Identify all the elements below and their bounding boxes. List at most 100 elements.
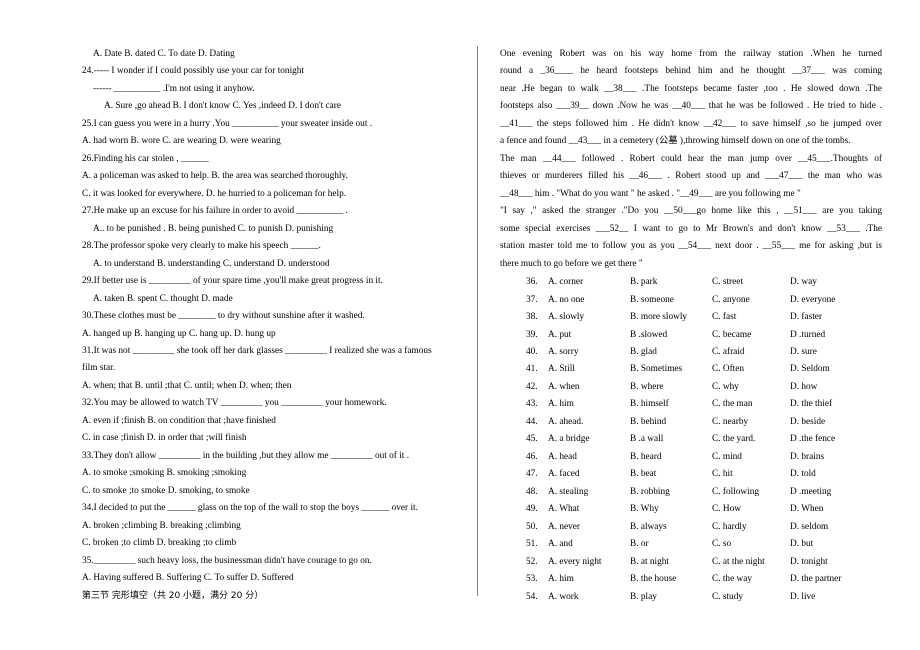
cloze-option-c[interactable]: C. so [712, 536, 790, 553]
cloze-option-d[interactable]: D. faster [790, 309, 870, 326]
question-line: A. to understand B. understanding C. und… [93, 258, 330, 269]
passage-line: some special exercises ___52__ I want to… [500, 223, 882, 234]
cloze-option-c[interactable]: C. afraid [712, 344, 790, 361]
cloze-option-b[interactable]: B. beat [630, 466, 712, 483]
cloze-option-row: 43. A. him B. himself C. the man D. the thie… [526, 396, 882, 413]
cloze-option-a[interactable]: A. faced [548, 466, 630, 483]
cloze-option-c[interactable]: C. study [712, 589, 790, 606]
cloze-option-b[interactable]: B. Sometimes [630, 361, 712, 378]
cloze-option-a[interactable]: A. Still [548, 361, 630, 378]
cloze-option-d[interactable]: D. the thief [790, 396, 870, 413]
cloze-option-d[interactable]: D. way [790, 274, 870, 291]
column-divider [477, 46, 478, 596]
cloze-option-d[interactable]: D. live [790, 589, 870, 606]
cloze-option-a[interactable]: A. him [548, 396, 630, 413]
cloze-option-a[interactable]: A. no one [548, 292, 630, 309]
cloze-option-c[interactable]: C. nearby [712, 414, 790, 431]
question-line: A. hanged up B. hanging up C. hang up. D… [82, 328, 276, 339]
cloze-option-b[interactable]: B. the house [630, 571, 712, 588]
cloze-option-d[interactable]: D. When [790, 501, 870, 518]
question-line: A. broken ;climbing B. breaking ;climbin… [82, 520, 241, 531]
cloze-option-d[interactable]: D .turned [790, 327, 870, 344]
cloze-option-d[interactable]: D. but [790, 536, 870, 553]
cloze-option-a[interactable]: A. never [548, 519, 630, 536]
cloze-option-b[interactable]: B. play [630, 589, 712, 606]
cloze-option-b[interactable]: B. himself [630, 396, 712, 413]
cloze-option-row: 46. A. head B. heard C. mind D. brains [526, 449, 882, 466]
cloze-option-b[interactable]: B. at night [630, 554, 712, 571]
cloze-option-c[interactable]: C. at the night [712, 554, 790, 571]
cloze-option-c[interactable]: C. hardly [712, 519, 790, 536]
cloze-option-a[interactable]: A. What [548, 501, 630, 518]
question-line: 33.They don't allow _________ in the bui… [82, 450, 410, 461]
cloze-option-row: 42. A. when B. where C. why D. how [526, 379, 882, 396]
cloze-option-a[interactable]: A. put [548, 327, 630, 344]
cloze-option-a[interactable]: A. stealing [548, 484, 630, 501]
passage-line: __41___ the steps followed him . He didn… [500, 118, 882, 129]
cloze-option-d[interactable]: D .the fence [790, 431, 870, 448]
passage-line: One evening Robert was on his way home f… [500, 49, 882, 59]
cloze-option-b[interactable]: B .slowed [630, 327, 712, 344]
cloze-option-d[interactable]: D. seldom [790, 519, 870, 536]
cloze-option-a[interactable]: A. him [548, 571, 630, 588]
cloze-option-b[interactable]: B. behind [630, 414, 712, 431]
passage-line: there much to go before we get there " [500, 258, 643, 269]
cloze-option-a[interactable]: A. ahead. [548, 414, 630, 431]
cloze-option-b[interactable]: B. someone [630, 292, 712, 309]
cloze-option-d[interactable]: D. how [790, 379, 870, 396]
cloze-option-d[interactable]: D. told [790, 466, 870, 483]
cloze-option-b[interactable]: B. or [630, 536, 712, 553]
cloze-option-a[interactable]: A. head [548, 449, 630, 466]
question-line: A. taken B. spent C. thought D. made [93, 293, 233, 304]
cloze-option-c[interactable]: C. the man [712, 396, 790, 413]
cloze-option-c[interactable]: C. the yard. [712, 431, 790, 448]
cloze-option-a[interactable]: A. when [548, 379, 630, 396]
cloze-option-d[interactable]: D. the partner [790, 571, 870, 588]
cloze-option-b[interactable]: B. robbing [630, 484, 712, 501]
question-line: A. to smoke ;smoking B. smoking ;smoking [82, 468, 247, 479]
cloze-option-c[interactable]: C. following [712, 484, 790, 501]
cloze-option-c[interactable]: C. hit [712, 466, 790, 483]
cloze-option-a[interactable]: A. every night [548, 554, 630, 571]
cloze-option-d[interactable]: D .meeting [790, 484, 870, 501]
cloze-option-b[interactable]: B. glad [630, 344, 712, 361]
cloze-option-d[interactable]: D. Seldom [790, 361, 870, 378]
cloze-option-a[interactable]: A. corner [548, 274, 630, 291]
cloze-option-d[interactable]: D. beside [790, 414, 870, 431]
cloze-option-a[interactable]: A. work [548, 589, 630, 606]
question-line: A. a policeman was asked to help. B. the… [82, 171, 348, 182]
cloze-option-d[interactable]: D. tonight [790, 554, 870, 571]
cloze-option-row: 38. A. slowly B. more slowly C. fast D. fast… [526, 309, 882, 326]
cloze-option-c[interactable]: C. the way [712, 571, 790, 588]
cloze-option-a[interactable]: A. slowly [548, 309, 630, 326]
cloze-item-number: 47. [526, 469, 538, 480]
cloze-option-b[interactable]: B. heard [630, 449, 712, 466]
right-column: One evening Robert was on his way home f… [500, 46, 882, 606]
cloze-option-a[interactable]: A. and [548, 536, 630, 553]
cloze-option-b[interactable]: B. more slowly [630, 309, 712, 326]
cloze-option-c[interactable]: C. fast [712, 309, 790, 326]
passage-line: The man __44___ followed . Robert could … [500, 153, 882, 164]
cloze-option-c[interactable]: C. mind [712, 449, 790, 466]
cloze-option-b[interactable]: B. Why [630, 501, 712, 518]
cloze-option-b[interactable]: B. always [630, 519, 712, 536]
cloze-item-number: 54. [526, 591, 538, 602]
cloze-option-d[interactable]: D. sure [790, 344, 870, 361]
cloze-option-d[interactable]: D. brains [790, 449, 870, 466]
cloze-option-c[interactable]: C. anyone [712, 292, 790, 309]
cloze-option-row: 39. A. put B .slowed C. became D .turned [526, 327, 882, 344]
cloze-option-b[interactable]: B. where [630, 379, 712, 396]
cloze-option-b[interactable]: B .a wall [630, 431, 712, 448]
cloze-option-c[interactable]: C. Often [712, 361, 790, 378]
question-line: A. Having suffered B. Suffering C. To su… [82, 573, 294, 584]
cloze-option-c[interactable]: C. street [712, 274, 790, 291]
cloze-option-d[interactable]: D. everyone [790, 292, 870, 309]
cloze-option-a[interactable]: A. sorry [548, 344, 630, 361]
cloze-option-b[interactable]: B. park [630, 274, 712, 291]
cloze-option-c[interactable]: C. became [712, 327, 790, 344]
exam-page: A. Date B. dated C. To date D. Dating 24.… [0, 0, 920, 650]
cloze-option-c[interactable]: C. How [712, 501, 790, 518]
cloze-option-a[interactable]: A. a bridge [548, 431, 630, 448]
passage-paragraph: "I say ," asked the stranger ."Do you __… [500, 203, 882, 273]
cloze-option-c[interactable]: C. why [712, 379, 790, 396]
